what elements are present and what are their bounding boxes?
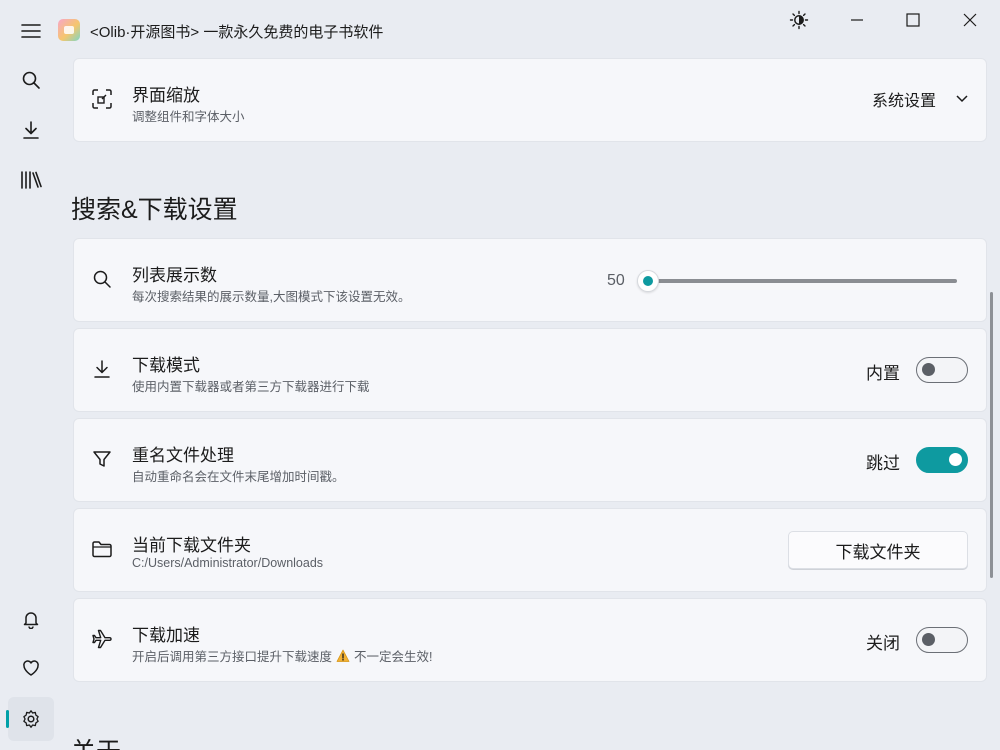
bell-icon <box>23 612 39 629</box>
search-icon <box>22 71 40 89</box>
list-count-desc: 每次搜索结果的展示数量,大图模式下该设置无效。 <box>132 290 411 304</box>
airplane-icon <box>90 627 114 651</box>
minimize-button[interactable] <box>835 2 879 38</box>
toggle-knob <box>922 633 935 646</box>
download-icon <box>90 357 114 381</box>
heart-icon <box>23 660 39 676</box>
app-logo <box>58 19 80 41</box>
download-mode-card: 下载模式 使用内置下载器或者第三方下载器进行下载 内置 <box>73 328 987 412</box>
display-scale-desc: 调整组件和字体大小 <box>132 110 245 124</box>
accelerate-card: 下载加速 开启后调用第三方接口提升下载速度 不一定会生效! 关闭 <box>73 598 987 682</box>
rail-notification-button[interactable] <box>8 597 54 641</box>
download-folder-title: 当前下载文件夹 <box>132 536 251 555</box>
accelerate-desc-text: 开启后调用第三方接口提升下载速度 <box>132 650 333 664</box>
download-icon <box>23 121 39 139</box>
accelerate-warning-text: 不一定会生效! <box>354 650 433 664</box>
section-title-search-download: 搜索&下载设置 <box>71 196 238 224</box>
toggle-knob <box>949 453 962 466</box>
settings-icon <box>23 710 39 728</box>
warning-icon <box>336 649 350 663</box>
rename-state: 跳过 <box>866 454 900 473</box>
list-count-value: 50 <box>607 272 625 289</box>
rename-card: 重名文件处理 自动重命名会在文件末尾增加时间戳。 跳过 <box>73 418 987 502</box>
rail-library-button[interactable] <box>8 158 54 202</box>
rail-favorites-button[interactable] <box>8 646 54 690</box>
list-count-slider-thumb[interactable] <box>637 270 659 292</box>
search-icon <box>90 267 114 291</box>
download-mode-desc: 使用内置下载器或者第三方下载器进行下载 <box>132 380 370 394</box>
accelerate-toggle[interactable] <box>916 627 968 653</box>
download-mode-state: 内置 <box>866 364 900 383</box>
display-scale-title: 界面缩放 <box>132 86 200 105</box>
scale-icon <box>90 87 114 111</box>
filter-icon <box>90 447 114 471</box>
list-count-title: 列表展示数 <box>132 266 217 285</box>
close-button[interactable] <box>948 2 992 38</box>
toggle-knob <box>922 363 935 376</box>
theme-toggle-icon[interactable] <box>777 2 821 38</box>
rail-download-button[interactable] <box>8 108 54 152</box>
rename-toggle[interactable] <box>916 447 968 473</box>
display-scale-card: 界面缩放 调整组件和字体大小 系统设置 <box>73 58 987 142</box>
display-scale-value: 系统设置 <box>871 93 936 110</box>
chevron-down-icon <box>956 95 968 103</box>
choose-folder-button[interactable]: 下载文件夹 <box>788 531 968 569</box>
accelerate-state: 关闭 <box>866 634 900 653</box>
rename-title: 重名文件处理 <box>132 446 234 465</box>
download-mode-toggle[interactable] <box>916 357 968 383</box>
maximize-button[interactable] <box>891 2 935 38</box>
vertical-scrollbar[interactable] <box>990 292 993 578</box>
rail-search-button[interactable] <box>8 58 54 102</box>
list-count-slider-track[interactable] <box>649 279 957 283</box>
list-count-card: 列表展示数 每次搜索结果的展示数量,大图模式下该设置无效。 50 <box>73 238 987 322</box>
menu-icon[interactable] <box>14 14 48 48</box>
section-title-about: 关于 <box>71 732 121 750</box>
title-bar: <Olib·开源图书> 一款永久免费的电子书软件 <box>0 0 1000 60</box>
download-folder-card: 当前下载文件夹 C:/Users/Administrator/Downloads… <box>73 508 987 592</box>
accelerate-desc: 开启后调用第三方接口提升下载速度 不一定会生效! <box>132 646 433 665</box>
folder-icon <box>90 537 114 561</box>
display-scale-dropdown[interactable]: 系统设置 <box>872 87 968 111</box>
accelerate-title: 下载加速 <box>132 626 200 645</box>
rail-active-indicator <box>6 710 9 728</box>
download-mode-title: 下载模式 <box>132 356 200 375</box>
rail-settings-button[interactable] <box>8 697 54 741</box>
download-folder-path: C:/Users/Administrator/Downloads <box>132 556 324 570</box>
library-icon <box>21 171 42 189</box>
app-title: <Olib·开源图书> 一款永久免费的电子书软件 <box>90 24 384 41</box>
rename-desc: 自动重命名会在文件末尾增加时间戳。 <box>132 470 345 484</box>
